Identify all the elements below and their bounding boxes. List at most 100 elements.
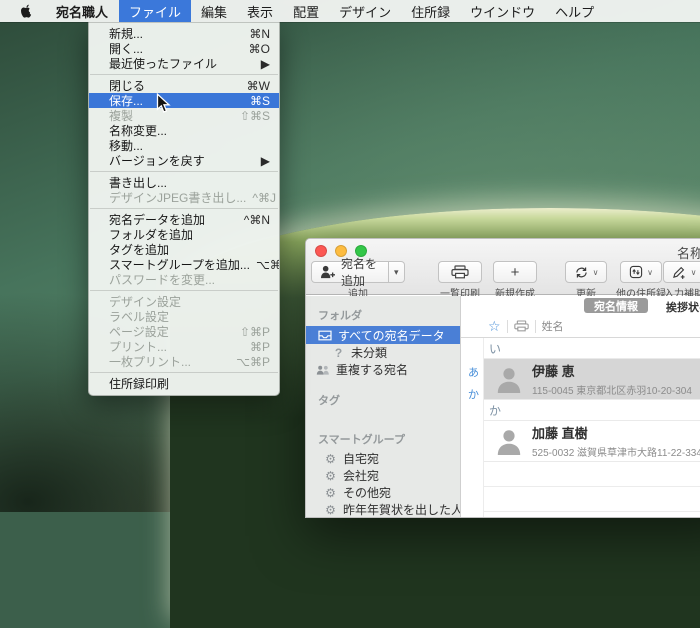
shortcut: ^⌘N: [238, 213, 270, 227]
menu-item-view[interactable]: 表示: [237, 0, 283, 22]
menu-item-print-address-book[interactable]: 住所録印刷: [89, 376, 279, 391]
window-titlebar[interactable]: 名称未設定 宛名を追加 ▾ 追加: [306, 239, 700, 295]
menu-item-duplicate: 複製⇧⌘S: [89, 108, 279, 123]
contact-row-ito[interactable]: 伊藤 恵 115-0045 東京都北区赤羽10-20-304: [484, 359, 700, 400]
sidebar-item-label: 会社宛: [343, 467, 379, 484]
menu-item-help[interactable]: ヘルプ: [545, 0, 604, 22]
input-assist-button[interactable]: ∨: [663, 261, 700, 283]
pencil-add-icon: [672, 265, 687, 279]
menu-item-design[interactable]: デザイン: [329, 0, 401, 22]
chevron-down-icon: ▾: [394, 267, 399, 278]
new-group: + 新規作成: [491, 261, 539, 300]
sidebar-item-company-addresses[interactable]: ⚙会社宛: [306, 467, 460, 484]
new-button[interactable]: +: [493, 261, 537, 283]
list-print-button[interactable]: [438, 261, 482, 283]
close-window-button[interactable]: [315, 245, 327, 257]
sidebar-item-uncategorized[interactable]: ? 未分類: [306, 344, 460, 361]
index-strip: あ か: [461, 338, 484, 517]
contact-address: 115-0045 東京都北区赤羽10-20-304: [532, 382, 692, 397]
add-address-group: 宛名を追加 ▾ 追加: [311, 261, 405, 300]
sidebar-item-label: その他宛: [343, 484, 391, 501]
apple-icon: [19, 4, 33, 19]
menu-item-move[interactable]: 移動...: [89, 138, 279, 153]
tab-address-info[interactable]: 宛名情報: [584, 298, 648, 313]
menu-item-add-folder[interactable]: フォルダを追加: [89, 227, 279, 242]
shortcut: ⌘W: [241, 79, 270, 93]
shortcut: ^⌘J: [246, 191, 276, 205]
chevron-down-icon: ∨: [691, 268, 697, 277]
menu-app-name[interactable]: 宛名職人: [45, 0, 119, 22]
tab-greeting-card[interactable]: 挨拶状の作成: [666, 299, 700, 315]
menu-item-add-tag[interactable]: タグを追加: [89, 242, 279, 257]
shortcut: ⌘O: [243, 42, 270, 56]
refresh-icon: [574, 266, 589, 279]
divider: [507, 320, 508, 333]
menu-item-save[interactable]: 保存...⌘S: [89, 93, 279, 108]
sidebar-item-sent-nengajo[interactable]: ⚙昨年年賀状を出した人: [306, 501, 460, 517]
gear-icon: ⚙: [323, 486, 338, 500]
empty-row: [484, 462, 700, 487]
menu-item-edit[interactable]: 編集: [191, 0, 237, 22]
menu-item-recent-files[interactable]: 最近使ったファイル▶: [89, 56, 279, 71]
menu-item-add-address-data[interactable]: 宛名データを追加^⌘N: [89, 212, 279, 227]
contact-name: 加藤 直樹: [532, 423, 700, 442]
avatar: [495, 365, 523, 393]
menu-item-rename[interactable]: 名称変更...: [89, 123, 279, 138]
sidebar-section-folders: フォルダ: [306, 301, 460, 326]
star-icon[interactable]: ☆: [488, 318, 501, 335]
name-column-header[interactable]: 姓名: [542, 318, 564, 334]
list-header: ☆ 姓名: [461, 315, 700, 338]
menu-item-new[interactable]: 新規...⌘N: [89, 26, 279, 41]
contact-row-kato[interactable]: 加藤 直樹 525-0032 滋賀県草津市大路11-22-334: [484, 421, 700, 462]
shortcut: ⇧⌘P: [234, 325, 270, 339]
apple-menu[interactable]: [0, 0, 45, 22]
sidebar-item-all-address-data[interactable]: すべての宛名データ: [306, 326, 460, 344]
submenu-arrow-icon: ▶: [255, 57, 270, 71]
menu-separator: [90, 372, 278, 373]
contact-address: 525-0032 滋賀県草津市大路11-22-334: [532, 444, 700, 459]
shortcut: ⌘S: [244, 94, 270, 108]
inbox-icon: [318, 330, 333, 341]
mouse-cursor: [156, 93, 171, 114]
add-address-button[interactable]: 宛名を追加: [311, 261, 389, 283]
menu-item-add-smart-group[interactable]: スマートグループを追加...⌥⌘N: [89, 257, 279, 272]
section-header-ka: か: [484, 400, 700, 421]
shortcut: ⌘N: [243, 27, 270, 41]
people-icon: [316, 365, 331, 375]
sidebar-item-home-addresses[interactable]: ⚙自宅宛: [306, 450, 460, 467]
menu-item-addressbook[interactable]: 住所録: [401, 0, 460, 22]
index-letter-ka[interactable]: か: [468, 386, 479, 402]
menu-item-revert-version[interactable]: バージョンを戻す▶: [89, 153, 279, 168]
address-book-window: 名称未設定 宛名を追加 ▾ 追加: [305, 238, 700, 518]
menu-item-label-settings: ラベル設定: [89, 309, 279, 324]
sidebar-item-duplicates[interactable]: 重複する宛名: [306, 361, 460, 378]
contact-rows: い 伊藤 恵 115-0045 東京都北区赤羽10-20-304 か: [484, 338, 700, 517]
question-icon: ?: [331, 346, 346, 360]
menu-separator: [90, 290, 278, 291]
other-address-books-button[interactable]: ∨: [620, 261, 662, 283]
contact-list-pane: 宛名情報 挨拶状の作成 ☆ 姓名 あ か い: [461, 296, 700, 517]
chevron-down-icon: ∨: [593, 268, 599, 277]
sidebar-section-tags: タグ: [306, 386, 460, 411]
input-assist-group: ∨ 入力補助: [659, 261, 700, 300]
chevron-down-icon: ∨: [647, 268, 653, 277]
add-address-dropdown-button[interactable]: ▾: [389, 261, 405, 283]
printer-small-icon[interactable]: [514, 320, 529, 332]
sidebar-item-label: 未分類: [351, 344, 387, 361]
shortcut: ⌥⌘N: [250, 258, 279, 272]
menu-separator: [90, 171, 278, 172]
sidebar-item-label: 自宅宛: [343, 450, 379, 467]
menu-item-export[interactable]: 書き出し...: [89, 175, 279, 190]
plus-icon: +: [511, 264, 520, 281]
menu-item-close[interactable]: 閉じる⌘W: [89, 78, 279, 93]
sidebar: フォルダ すべての宛名データ ? 未分類 重複する宛名 タグ スマートグループ …: [306, 296, 461, 517]
sidebar-item-other-addresses[interactable]: ⚙ その他宛: [306, 484, 460, 501]
menu-item-open[interactable]: 開く...⌘O: [89, 41, 279, 56]
menu-item-window[interactable]: ウインドウ: [460, 0, 545, 22]
refresh-button[interactable]: ∨: [565, 261, 607, 283]
index-letter-a[interactable]: あ: [468, 364, 479, 380]
add-address-label: 宛名を追加: [341, 255, 380, 289]
menu-item-arrange[interactable]: 配置: [283, 0, 329, 22]
menu-item-file[interactable]: ファイル: [119, 0, 191, 22]
toolbar: 宛名を追加 ▾ 追加 一覧印刷 + 新規作成: [306, 259, 700, 295]
